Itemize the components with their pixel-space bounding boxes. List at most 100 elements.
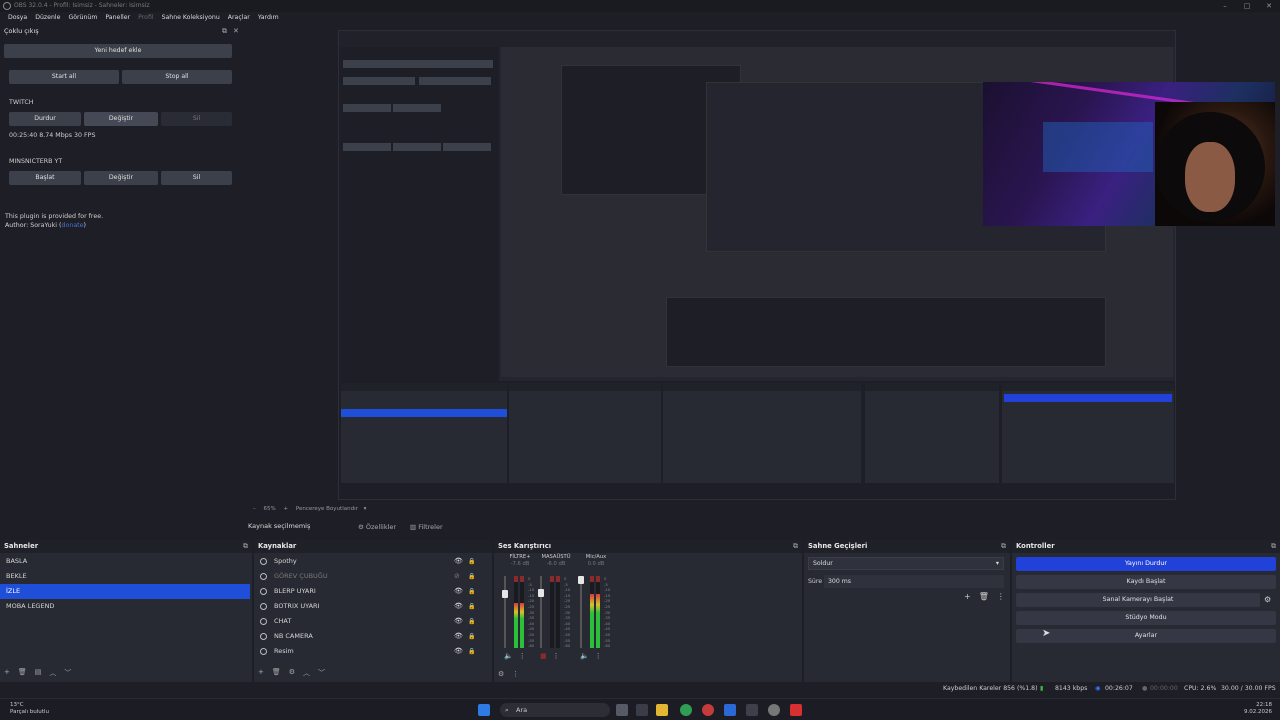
add-scene-icon[interactable]: + — [4, 668, 10, 678]
source-item[interactable]: BLERP UYARI 👁 🔒 — [254, 584, 492, 599]
speaker-icon[interactable]: 🔈 — [580, 652, 589, 660]
yt-delete-button[interactable]: Sil — [161, 171, 232, 185]
filters-button[interactable]: ▥ Filtreler — [404, 521, 449, 533]
delete-source-icon[interactable]: 🗑 — [272, 668, 281, 678]
properties-button[interactable]: ⚙ Özellikler — [352, 521, 402, 533]
transition-select[interactable]: Soldur ▾ — [808, 557, 1004, 570]
add-target-button[interactable]: Yeni hedef ekle — [4, 44, 232, 58]
twitch-edit-button[interactable]: Değiştir — [84, 112, 158, 126]
chrome-icon[interactable] — [680, 704, 692, 716]
close-dock-icon[interactable]: ✕ — [233, 25, 239, 37]
dock-menu-icon[interactable]: ⧉ — [1271, 540, 1276, 553]
lock-icon[interactable]: 🔒 — [468, 569, 475, 584]
chevron-down-icon[interactable]: ▾ — [364, 506, 367, 512]
settings-app-icon[interactable] — [636, 704, 648, 716]
lock-icon[interactable]: 🔒 — [468, 644, 475, 659]
zoom-out-icon[interactable]: – — [253, 506, 256, 512]
start-icon[interactable] — [478, 704, 490, 716]
menu-profile[interactable]: Profil — [134, 12, 157, 24]
volume-fader[interactable] — [538, 576, 544, 648]
dock-menu-icon[interactable]: ⧉ — [793, 540, 798, 553]
yt-edit-button[interactable]: Değiştir — [84, 171, 158, 185]
lock-icon[interactable]: 🔒 — [468, 614, 475, 629]
weather-widget[interactable]: 13°C Parçalı bulutlu — [10, 702, 49, 716]
menu-file[interactable]: Dosya — [4, 12, 31, 24]
delete-transition-icon[interactable]: 🗑 — [979, 592, 989, 601]
duration-input[interactable]: 300 ms — [824, 575, 1004, 588]
twitch-delete-button[interactable]: Sil — [161, 112, 232, 126]
task-view-icon[interactable] — [616, 704, 628, 716]
move-down-icon[interactable]: ﹀ — [64, 668, 71, 678]
fader-knob[interactable] — [538, 588, 544, 597]
maximize-icon[interactable]: □ — [1236, 0, 1258, 12]
file-explorer-icon[interactable] — [656, 704, 668, 716]
studio-mode-button[interactable]: Stüdyo Modu — [1016, 611, 1276, 625]
add-source-icon[interactable]: + — [258, 668, 264, 678]
yt-start-button[interactable]: Başlat — [9, 171, 81, 185]
scene-item-moba[interactable]: MOBA LEGEND — [0, 599, 252, 614]
transition-menu-icon[interactable]: ⋮ — [997, 592, 1005, 601]
app-icon[interactable] — [724, 704, 736, 716]
menu-docks[interactable]: Paneller — [101, 12, 134, 24]
browser-icon[interactable] — [702, 704, 714, 716]
mixer-menu-icon[interactable]: ⋮ — [512, 670, 519, 678]
lock-icon[interactable]: 🔒 — [468, 554, 475, 569]
dock-menu-icon[interactable]: ⧉ — [1001, 540, 1006, 553]
lock-icon[interactable]: 🔒 — [468, 584, 475, 599]
volume-fader[interactable] — [578, 576, 584, 648]
move-up-icon[interactable]: ︿ — [303, 668, 310, 678]
channel-menu-icon[interactable]: ⋮ — [519, 652, 526, 660]
eye-icon[interactable]: 👁 — [454, 614, 463, 629]
menu-scene-collection[interactable]: Sahne Koleksiyonu — [158, 12, 224, 24]
filter-icon[interactable]: ▤ — [35, 668, 42, 678]
system-tray[interactable]: 22:18 9.02.2026 — [1244, 702, 1272, 716]
obs-taskbar-icon[interactable] — [768, 704, 780, 716]
source-item[interactable]: CHAT 👁 🔒 — [254, 614, 492, 629]
delete-scene-icon[interactable]: 🗑 — [18, 668, 27, 678]
add-transition-icon[interactable]: + — [964, 592, 971, 601]
volume-fader[interactable] — [502, 576, 508, 648]
close-icon[interactable]: ✕ — [1258, 0, 1280, 12]
speaker-icon[interactable]: 🔈 — [504, 652, 513, 660]
source-item[interactable]: BOTRIX UYARI 👁 🔒 — [254, 599, 492, 614]
source-item[interactable]: Spothy 👁 🔒 — [254, 554, 492, 569]
twitch-stop-button[interactable]: Durdur — [9, 112, 81, 126]
start-all-button[interactable]: Start all — [9, 70, 119, 84]
menu-help[interactable]: Yardım — [254, 12, 283, 24]
dock-menu-icon[interactable]: ⧉ — [243, 540, 248, 553]
eye-icon[interactable]: 👁 — [454, 644, 463, 659]
stop-all-button[interactable]: Stop all — [122, 70, 232, 84]
mixer-settings-icon[interactable]: ⚙ — [498, 670, 504, 678]
gear-icon[interactable]: ⚙ — [289, 668, 295, 678]
eye-icon[interactable]: 👁 — [454, 629, 463, 644]
start-record-button[interactable]: Kaydı Başlat — [1016, 575, 1276, 589]
app-icon[interactable] — [790, 704, 802, 716]
source-item[interactable]: GÖREV ÇUBUĞU ⊘ 🔒 — [254, 569, 492, 584]
eye-icon[interactable]: 👁 — [454, 599, 463, 614]
menu-view[interactable]: Görünüm — [64, 12, 101, 24]
zoom-in-icon[interactable]: + — [283, 506, 288, 512]
app-icon[interactable] — [746, 704, 758, 716]
lock-icon[interactable]: 🔒 — [468, 629, 475, 644]
minimize-icon[interactable]: – — [1214, 0, 1236, 12]
scene-item-izle[interactable]: İZLE — [0, 584, 250, 599]
virtual-camera-button[interactable]: Sanal Kamerayı Başlat — [1016, 593, 1260, 607]
mute-icon[interactable]: ■ — [540, 652, 547, 660]
menu-tools[interactable]: Araçlar — [224, 12, 254, 24]
source-item[interactable]: Resim 👁 🔒 — [254, 644, 492, 659]
channel-menu-icon[interactable]: ⋮ — [595, 652, 602, 660]
lock-icon[interactable]: 🔒 — [468, 599, 475, 614]
scene-item-basla[interactable]: BASLA — [0, 554, 252, 569]
eye-icon[interactable]: 👁 — [454, 554, 463, 569]
fader-knob[interactable] — [578, 576, 584, 584]
fader-knob[interactable] — [502, 590, 508, 599]
eye-icon[interactable]: 👁 — [454, 584, 463, 599]
float-icon[interactable]: ⧉ — [222, 25, 227, 37]
channel-menu-icon[interactable]: ⋮ — [553, 652, 560, 660]
eye-hidden-icon[interactable]: ⊘ — [454, 569, 460, 584]
search-box[interactable]: ⌕ Ara — [500, 703, 610, 717]
settings-button[interactable]: Ayarlar — [1016, 629, 1276, 643]
menu-edit[interactable]: Düzenle — [31, 12, 64, 24]
source-item[interactable]: NB CAMERA 👁 🔒 — [254, 629, 492, 644]
stop-stream-button[interactable]: Yayını Durdur — [1016, 557, 1276, 571]
